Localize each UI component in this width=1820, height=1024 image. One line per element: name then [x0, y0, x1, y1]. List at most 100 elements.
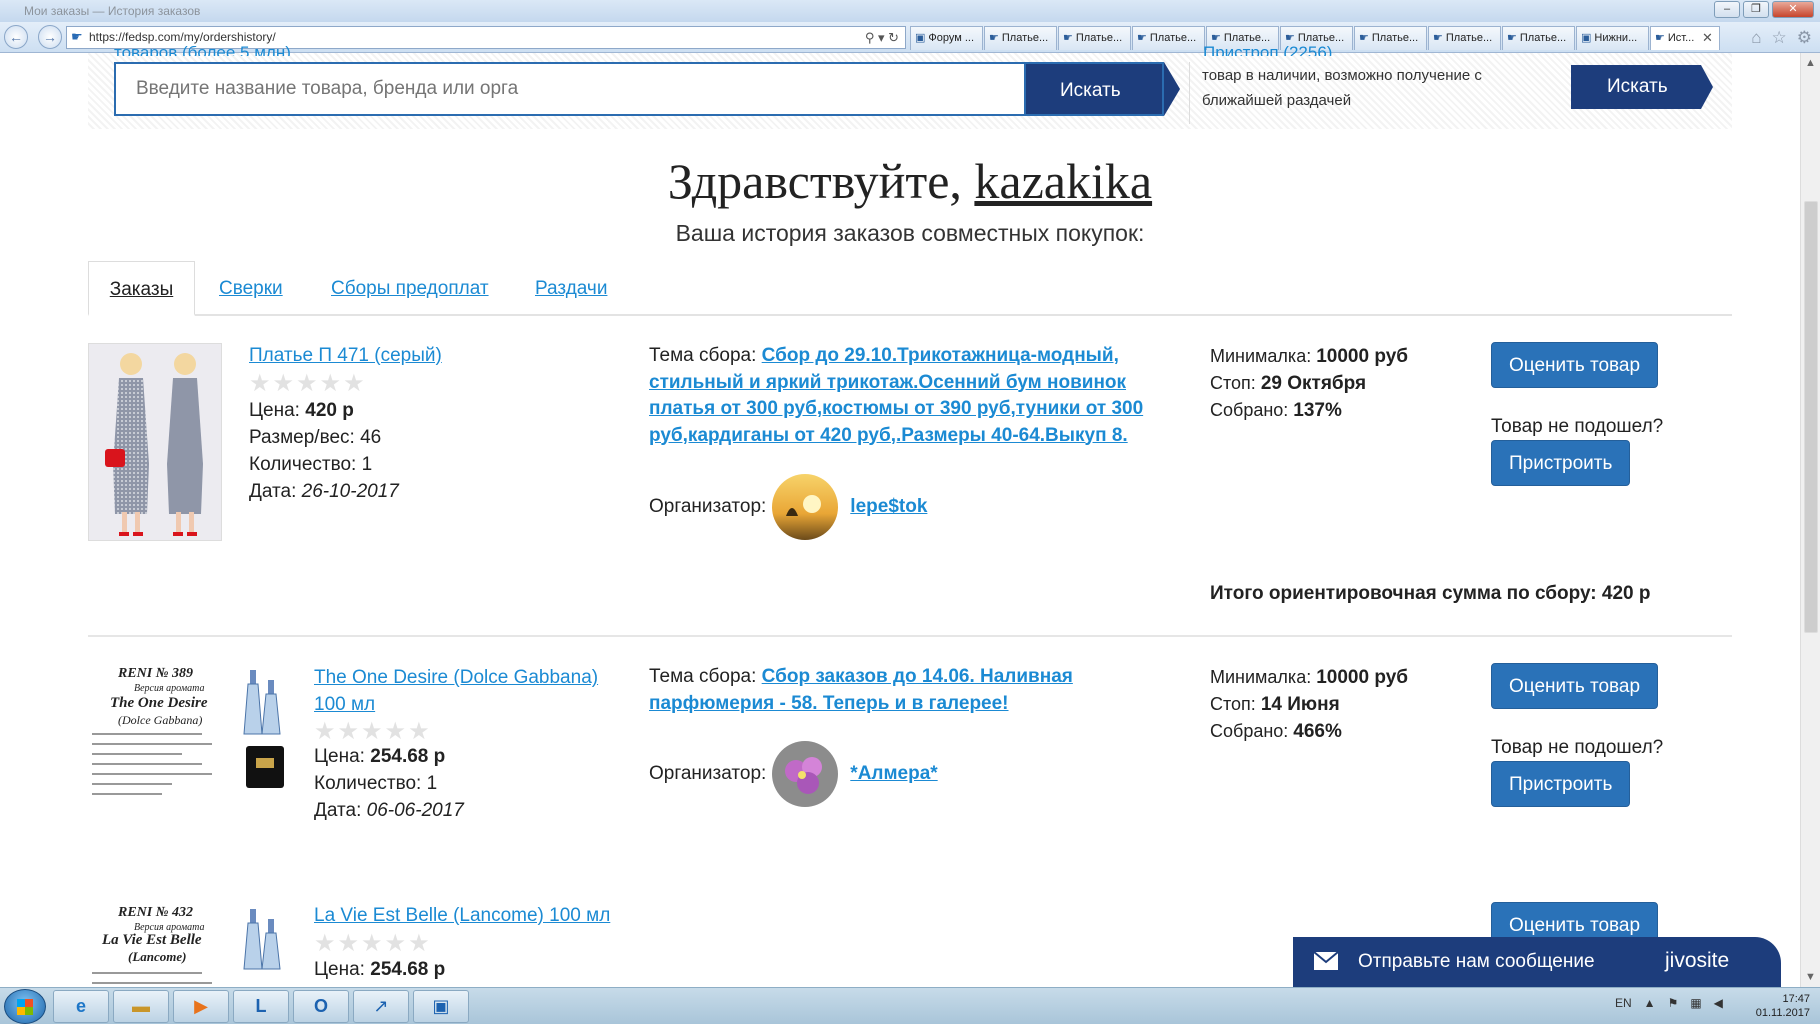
media-player-icon[interactable]: ▶ — [173, 990, 229, 1023]
thumb-text-lines-icon — [92, 972, 212, 984]
address-tools: ⚲ ▾ ↻ — [864, 30, 899, 45]
product-name-link[interactable]: La Vie Est Belle (Lancome) 100 мл — [314, 902, 610, 929]
tab-favicon-icon: ☛ — [1137, 32, 1147, 44]
organizer-link[interactable]: lepe$tok — [850, 496, 927, 518]
instock-search-button[interactable]: Искать — [1571, 65, 1713, 109]
tab-favicon-icon: ☛ — [1063, 32, 1073, 44]
rate-product-button[interactable]: Оценить товар — [1491, 342, 1659, 388]
tab-distributions[interactable]: Раздачи — [535, 261, 607, 316]
window-title: Мои заказы — История заказов — [24, 4, 201, 18]
rating-stars[interactable]: ★★★★★ — [249, 372, 367, 396]
lync-icon[interactable]: L — [233, 990, 289, 1023]
username-link[interactable]: kazakika — [974, 153, 1152, 209]
scroll-thumb[interactable] — [1804, 201, 1818, 633]
organizer: Организатор: lepe$tok — [649, 474, 927, 540]
volume-icon[interactable]: ◀ — [1714, 996, 1723, 1010]
clock[interactable]: 17:47 01.11.2017 — [1756, 992, 1810, 1020]
browser-tab[interactable]: ☛ Платье... — [1132, 26, 1205, 50]
collection-theme: Тема сбора: Сбор до 29.10.Трикотажница-м… — [649, 345, 1144, 446]
star-icon[interactable]: ☆ — [1772, 28, 1787, 48]
collected-percent: Собрано: 137% — [1210, 400, 1342, 421]
thumb-title: RENI № 432 — [118, 905, 194, 920]
thumb-name: La Vie Est Belle — [102, 932, 202, 948]
scroll-up-icon[interactable]: ▲ — [1805, 57, 1816, 69]
browser-tab[interactable]: ☛ Платье... — [1502, 26, 1575, 50]
organizer-avatar[interactable] — [772, 741, 839, 807]
tab-reconciliations[interactable]: Сверки — [219, 261, 283, 316]
organizer-avatar[interactable] — [772, 474, 839, 540]
tab-favicon-icon: ☛ — [1359, 32, 1369, 44]
thumb-subtitle: Версия аромата — [134, 683, 205, 694]
flag-icon[interactable]: ⚑ — [1668, 996, 1679, 1010]
gear-icon[interactable]: ⚙ — [1797, 28, 1812, 48]
search-divider — [1189, 62, 1190, 124]
tab-orders[interactable]: Заказы — [88, 261, 195, 316]
product-thumbnail[interactable] — [88, 343, 222, 541]
start-button[interactable] — [4, 989, 46, 1024]
search-hint-left[interactable]: товаров (более 5 млн) — [114, 46, 291, 56]
sunset-avatar-icon — [772, 474, 839, 540]
resell-button[interactable]: Пристроить — [1491, 440, 1631, 486]
page-title: Здравствуйте, kazakika — [88, 152, 1732, 210]
perfume-bottle-icon — [243, 670, 284, 788]
organizer: Организатор: *Алмера* — [649, 741, 938, 807]
search-icon[interactable]: ⚲ — [865, 30, 875, 45]
ie-icon[interactable]: e — [53, 990, 109, 1023]
tv-app-icon[interactable]: ▣ — [413, 990, 469, 1023]
chat-message: Отправьте нам сообщение — [1358, 951, 1595, 972]
product-name-link[interactable]: The One Desire (Dolce Gabbana) 100 мл — [314, 664, 614, 718]
rate-product-button[interactable]: Оценить товар — [1491, 663, 1659, 709]
tray-expand-icon[interactable]: ▲ — [1644, 996, 1656, 1010]
folder-icon[interactable]: ▬ — [113, 990, 169, 1023]
site-favicon-icon: ☛ — [71, 29, 83, 44]
perfume-bottle-icon — [243, 909, 281, 970]
browser-tab[interactable]: ▣ Форум ... — [910, 26, 983, 50]
language-indicator[interactable]: EN — [1615, 996, 1632, 1010]
tab-favicon-icon: ▣ — [915, 32, 926, 44]
network-icon[interactable]: ▦ — [1690, 996, 1701, 1010]
browser-tab[interactable]: ☛ Платье... — [1354, 26, 1427, 50]
minimize-button[interactable]: – — [1714, 1, 1740, 18]
product-price: Цена: 254.68 р — [314, 959, 446, 980]
tab-favicon-icon: ☛ — [1655, 32, 1665, 44]
instock-description: товар в наличии, возможно получение с бл… — [1202, 67, 1482, 109]
product-qty: Количество: 1 — [314, 773, 438, 794]
envelope-icon — [1313, 951, 1339, 970]
home-icon[interactable]: ⌂ — [1751, 28, 1761, 48]
search-input[interactable] — [136, 74, 966, 104]
browser-tools: ⌂ ☆ ⚙ — [1751, 28, 1812, 48]
product-thumbnail[interactable]: RENI № 389 Версия аромата The One Desire… — [88, 664, 288, 806]
tab-favicon-icon: ☛ — [989, 32, 999, 44]
page-scrollbar[interactable]: ▲ ▼ — [1800, 53, 1820, 987]
rating-stars[interactable]: ★★★★★ — [314, 720, 432, 744]
dress-photo-icon — [89, 344, 221, 540]
outlook-icon[interactable]: O — [293, 990, 349, 1023]
product-qty: Количество: 1 — [249, 454, 373, 475]
browser-tab[interactable]: ☛ Платье... — [1428, 26, 1501, 50]
browser-tab[interactable]: ▣ Нижни... — [1576, 26, 1649, 50]
chart-app-icon[interactable]: ↗ — [353, 990, 409, 1023]
organizer-link[interactable]: *Алмера* — [850, 763, 937, 785]
collection-stats: Минималка: 10000 руб Стоп: 29 Октября Со… — [1210, 343, 1408, 424]
collected-percent: Собрано: 466% — [1210, 721, 1342, 742]
product-date: Дата: 06-06-2017 — [314, 800, 464, 821]
search-button[interactable]: Искать — [1026, 62, 1180, 116]
tab-prepayments[interactable]: Сборы предоплат — [331, 261, 489, 316]
thumb-title: RENI № 389 — [118, 666, 194, 681]
scroll-down-icon[interactable]: ▼ — [1805, 971, 1816, 983]
browser-tab[interactable]: ☛ Платье... — [984, 26, 1057, 50]
search-hint-right[interactable]: Пристроп (2256) — [1203, 46, 1332, 56]
back-icon[interactable]: ← — [4, 25, 28, 49]
chat-widget[interactable]: Отправьте нам сообщение jivosite — [1293, 937, 1781, 989]
not-fit-label: Товар не подошел? — [1491, 416, 1664, 437]
close-window-button[interactable]: ✕ — [1772, 1, 1814, 18]
refresh-icon[interactable]: ↻ — [888, 30, 899, 45]
restore-button[interactable]: ❐ — [1743, 1, 1769, 18]
browser-tab[interactable]: ☛ Платье... — [1058, 26, 1131, 50]
forward-icon[interactable]: → — [38, 25, 62, 49]
resell-button[interactable]: Пристроить — [1491, 761, 1631, 807]
product-thumbnail[interactable]: RENI № 432 Версия аромата La Vie Est Bel… — [88, 903, 288, 987]
product-name-link[interactable]: Платье П 471 (серый) — [249, 342, 442, 369]
rating-stars[interactable]: ★★★★★ — [314, 932, 432, 956]
close-tab-icon[interactable]: ✕ — [1702, 30, 1713, 46]
